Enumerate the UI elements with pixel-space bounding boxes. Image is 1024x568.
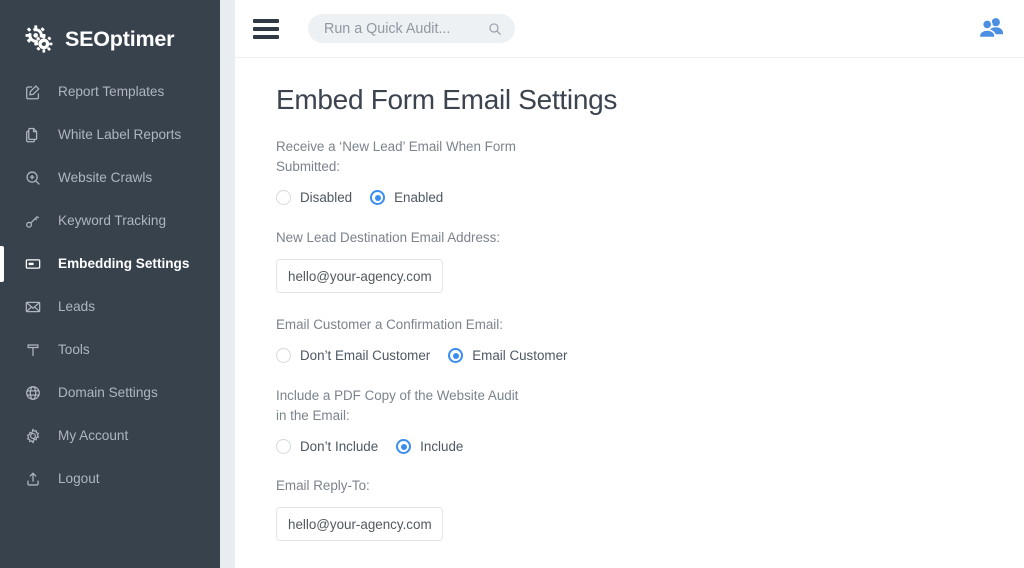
sidebar-item-label: Website Crawls xyxy=(58,170,153,185)
upload-logout-icon xyxy=(23,469,42,488)
sidebar-item-tools[interactable]: Tools xyxy=(0,328,220,371)
radio-circle[interactable] xyxy=(276,190,291,205)
radio-option-enabled[interactable]: Enabled xyxy=(370,190,443,205)
radio-label: Disabled xyxy=(300,190,353,205)
field-include-pdf-toggle: Include a PDF Copy of the Website Audit … xyxy=(276,386,1024,454)
sidebar-item-website-crawls[interactable]: Website Crawls xyxy=(0,156,220,199)
magnifier-plus-icon xyxy=(23,168,42,187)
sidebar-item-label: Leads xyxy=(58,299,96,314)
page-title: Embed Form Email Settings xyxy=(276,84,618,115)
sidebar-nav: Report Templates White Label Reports Web… xyxy=(0,70,220,500)
field-label: Receive a ‘New Lead’ Email When Form Sub… xyxy=(276,139,516,174)
radio-label: Don’t Email Customer xyxy=(300,348,431,363)
sidebar-item-embedding-settings[interactable]: Embedding Settings xyxy=(0,242,220,285)
field-confirmation-email-toggle: Email Customer a Confirmation Email: Don… xyxy=(276,315,1024,363)
radio-circle[interactable] xyxy=(276,348,291,363)
sidebar-item-white-label-reports[interactable]: White Label Reports xyxy=(0,113,220,156)
radio-option-dont-include[interactable]: Don’t Include xyxy=(276,439,378,454)
sidebar-item-my-account[interactable]: My Account xyxy=(0,414,220,457)
active-indicator xyxy=(0,246,4,282)
sidebar-item-label: Tools xyxy=(58,342,90,357)
pencil-square-icon xyxy=(23,82,42,101)
sidebar-item-logout[interactable]: Logout xyxy=(0,457,220,500)
sidebar-item-domain-settings[interactable]: Domain Settings xyxy=(0,371,220,414)
input-value: hello@your-agency.com xyxy=(288,268,432,284)
brand-name: SEOptimer xyxy=(65,27,175,51)
sidebar-item-label: Embedding Settings xyxy=(58,256,190,271)
field-new-lead-email-toggle: Receive a ‘New Lead’ Email When Form Sub… xyxy=(276,137,1024,205)
main-pane: Run a Quick Audit... Embed Form Email Se… xyxy=(235,0,1024,568)
field-new-lead-destination-email: New Lead Destination Email Address: hell… xyxy=(276,228,1024,293)
documents-copy-icon xyxy=(23,125,42,144)
radio-option-email-customer[interactable]: Email Customer xyxy=(448,348,567,363)
radio-group: Don’t Email Customer Email Customer xyxy=(276,348,1024,363)
sidebar-item-keyword-tracking[interactable]: Keyword Tracking xyxy=(0,199,220,242)
field-label: New Lead Destination Email Address: xyxy=(276,230,501,245)
embed-card-icon xyxy=(23,254,42,273)
quick-audit-search[interactable]: Run a Quick Audit... xyxy=(308,14,515,43)
sidebar-item-report-templates[interactable]: Report Templates xyxy=(0,70,220,113)
new-lead-destination-email-input[interactable]: hello@your-agency.com xyxy=(276,259,443,293)
key-icon xyxy=(23,211,42,230)
radio-circle-selected[interactable] xyxy=(396,439,412,454)
topbar: Run a Quick Audit... xyxy=(235,0,1024,58)
radio-label: Enabled xyxy=(394,190,444,205)
envelope-icon xyxy=(23,297,42,316)
hamburger-bar xyxy=(253,26,279,31)
input-value: hello@your-agency.com xyxy=(288,516,432,532)
app-root: SEOptimer Report Templates White Label R… xyxy=(0,0,1024,568)
gear-icon xyxy=(23,426,42,445)
radio-group: Don’t Include Include xyxy=(276,439,1024,454)
radio-label: Include xyxy=(420,439,464,454)
sidebar: SEOptimer Report Templates White Label R… xyxy=(0,0,220,568)
search-icon xyxy=(488,22,502,36)
field-label: Include a PDF Copy of the Website Audit … xyxy=(276,388,519,423)
field-email-reply-to: Email Reply-To: hello@your-agency.com xyxy=(276,476,1024,541)
sidebar-item-label: White Label Reports xyxy=(58,127,182,142)
radio-option-disabled[interactable]: Disabled xyxy=(276,190,352,205)
layout-gutter xyxy=(220,0,235,568)
sidebar-item-leads[interactable]: Leads xyxy=(0,285,220,328)
gears-icon xyxy=(24,24,56,55)
sidebar-item-label: My Account xyxy=(58,428,129,443)
radio-option-dont-email-customer[interactable]: Don’t Email Customer xyxy=(276,348,430,363)
sidebar-item-label: Domain Settings xyxy=(58,385,158,400)
radio-circle-selected[interactable] xyxy=(448,348,464,363)
email-reply-to-input[interactable]: hello@your-agency.com xyxy=(276,507,443,541)
hammer-icon xyxy=(23,340,42,359)
users-icon[interactable] xyxy=(977,16,1005,40)
hamburger-icon[interactable] xyxy=(253,18,279,39)
brand-logo[interactable]: SEOptimer xyxy=(0,0,220,62)
hamburger-bar xyxy=(253,34,279,39)
radio-label: Email Customer xyxy=(472,348,568,363)
field-label: Email Customer a Confirmation Email: xyxy=(276,317,503,332)
radio-circle-selected[interactable] xyxy=(370,190,386,205)
hamburger-bar xyxy=(253,18,279,23)
radio-label: Don’t Include xyxy=(300,439,379,454)
radio-group: Disabled Enabled xyxy=(276,190,1024,205)
settings-content: Embed Form Email Settings Receive a ‘New… xyxy=(235,58,1024,541)
sidebar-item-label: Report Templates xyxy=(58,84,165,99)
sidebar-item-label: Keyword Tracking xyxy=(58,213,167,228)
field-label: Email Reply-To: xyxy=(276,478,370,493)
globe-icon xyxy=(23,383,42,402)
sidebar-item-label: Logout xyxy=(58,471,100,486)
search-placeholder: Run a Quick Audit... xyxy=(324,20,451,37)
radio-circle[interactable] xyxy=(276,439,291,454)
radio-option-include[interactable]: Include xyxy=(396,439,463,454)
